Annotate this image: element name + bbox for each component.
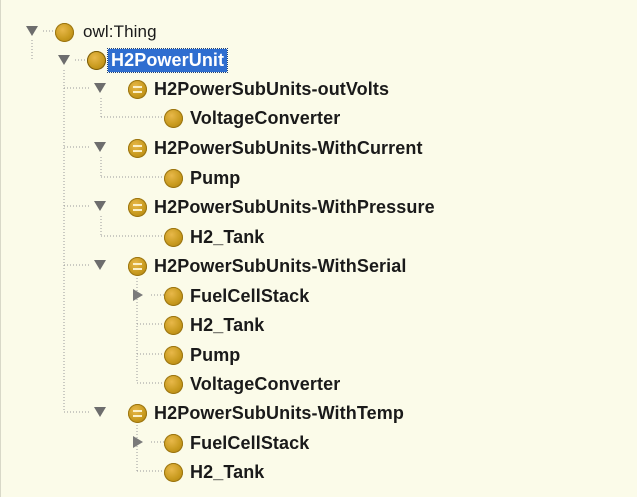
tree-node-label: FuelCellStack — [190, 433, 310, 453]
class-circle-icon — [87, 51, 106, 70]
tree-node-label: Pump — [190, 345, 241, 365]
class-circle-icon — [164, 316, 183, 335]
class-hierarchy-panel: owl:Thing H2PowerUnit H2PowerSubUnits-ou… — [0, 0, 637, 497]
tree-node-leaf[interactable]: H2_Tank — [164, 314, 267, 337]
group-expand-toggle[interactable] — [91, 197, 109, 215]
h2powerunit-expand-toggle[interactable] — [55, 51, 73, 69]
tree-node-label: VoltageConverter — [190, 374, 341, 394]
tree-node-group[interactable]: H2PowerSubUnits-WithSerial — [128, 255, 409, 278]
tree-node-label: H2_Tank — [190, 315, 265, 335]
defined-class-icon — [128, 139, 147, 158]
tree-node-h2powerunit[interactable]: H2PowerUnit — [87, 48, 229, 73]
tree-node-label: H2PowerSubUnits-WithSerial — [154, 256, 407, 276]
tree-node-group[interactable]: H2PowerSubUnits-WithCurrent — [128, 137, 426, 160]
leaf-expand-toggle[interactable] — [129, 286, 147, 304]
class-circle-icon — [164, 346, 183, 365]
tree-node-label: H2PowerSubUnits-WithTemp — [154, 403, 404, 423]
triangle-right-icon — [133, 289, 143, 301]
tree-node-label: Pump — [190, 168, 241, 188]
triangle-down-icon — [94, 407, 106, 417]
group-expand-toggle[interactable] — [91, 256, 109, 274]
triangle-down-icon — [94, 142, 106, 152]
class-circle-icon — [164, 287, 183, 306]
group-expand-toggle[interactable] — [91, 138, 109, 156]
tree-node-label: VoltageConverter — [190, 108, 341, 128]
tree-node-label: H2_Tank — [190, 462, 265, 482]
tree-node-leaf[interactable]: H2_Tank — [164, 461, 267, 484]
tree-node-leaf[interactable]: VoltageConverter — [164, 107, 343, 130]
tree-node-leaf[interactable]: FuelCellStack — [164, 432, 312, 455]
tree-node-owl-thing[interactable]: owl:Thing — [55, 21, 160, 43]
tree-node-group[interactable]: H2PowerSubUnits-WithPressure — [128, 196, 438, 219]
class-circle-icon — [164, 375, 183, 394]
tree-node-label: H2PowerSubUnits-WithPressure — [154, 197, 435, 217]
defined-class-icon — [128, 80, 147, 99]
leaf-expand-toggle[interactable] — [129, 433, 147, 451]
class-circle-icon — [55, 22, 74, 42]
group-expand-toggle[interactable] — [91, 403, 109, 421]
class-circle-icon — [164, 169, 183, 188]
defined-class-icon — [128, 198, 147, 217]
class-circle-icon — [164, 463, 183, 482]
triangle-right-icon — [133, 436, 143, 448]
class-circle-icon — [164, 109, 183, 128]
tree-node-leaf[interactable]: VoltageConverter — [164, 373, 343, 396]
triangle-down-icon — [94, 83, 106, 93]
triangle-down-icon — [26, 26, 38, 36]
class-circle-icon — [164, 228, 183, 247]
tree-node-leaf[interactable]: Pump — [164, 167, 243, 190]
tree-node-label: H2PowerSubUnits-outVolts — [154, 79, 390, 99]
defined-class-icon — [128, 257, 147, 276]
tree-node-group[interactable]: H2PowerSubUnits-WithTemp — [128, 402, 407, 425]
tree-node-group[interactable]: H2PowerSubUnits-outVolts — [128, 78, 392, 101]
root-expand-toggle[interactable] — [23, 22, 41, 40]
tree-node-label: H2_Tank — [190, 227, 265, 247]
triangle-down-icon — [94, 260, 106, 270]
triangle-down-icon — [58, 55, 70, 65]
class-circle-icon — [164, 434, 183, 453]
tree-node-leaf[interactable]: Pump — [164, 344, 243, 367]
tree-node-label: owl:Thing — [83, 22, 157, 41]
tree-node-leaf[interactable]: H2_Tank — [164, 226, 267, 249]
tree-node-leaf[interactable]: FuelCellStack — [164, 285, 312, 308]
tree-node-label: H2PowerSubUnits-WithCurrent — [154, 138, 423, 158]
group-expand-toggle[interactable] — [91, 79, 109, 97]
triangle-down-icon — [94, 201, 106, 211]
tree-node-label: FuelCellStack — [190, 286, 310, 306]
tree-node-label-selected: H2PowerUnit — [106, 48, 229, 73]
defined-class-icon — [128, 404, 147, 423]
